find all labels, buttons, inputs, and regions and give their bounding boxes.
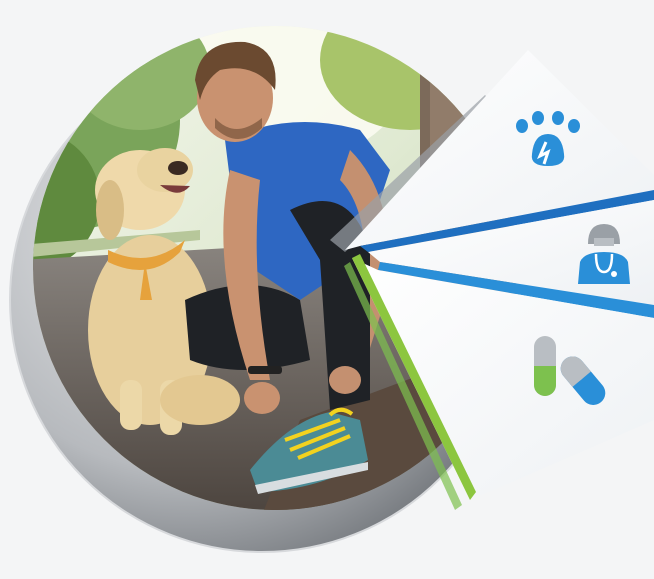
hero-graphic [9, 26, 654, 553]
